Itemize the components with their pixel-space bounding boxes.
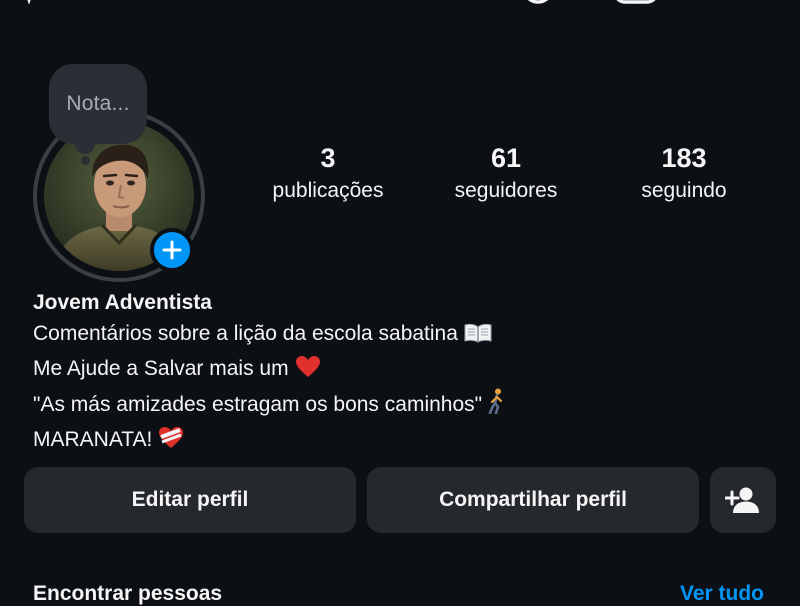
bio-line: Comentários sobre a lição da escola saba… (33, 318, 773, 353)
followers-stat[interactable]: 61 seguidores (421, 142, 591, 206)
bio-line-text: MARANATA! (33, 428, 153, 451)
add-story-button[interactable] (150, 228, 194, 272)
plus-icon (162, 240, 182, 260)
mending-heart-icon (158, 426, 184, 459)
bio-line: MARANATA! (33, 424, 773, 459)
top-icon-row (0, 0, 800, 10)
person-walking-icon (488, 388, 506, 424)
note-placeholder: Nota... (66, 92, 130, 115)
bio-line-text: Comentários sobre a lição da escola saba… (33, 322, 458, 345)
note-bubble-body: Nota... (49, 64, 147, 144)
note-bubble[interactable]: Nota... (49, 64, 147, 165)
bio-line: "As más amizades estragam os bons caminh… (33, 388, 773, 424)
profile-name: Jovem Adventista (33, 291, 212, 314)
menu-icon[interactable] (713, 0, 755, 4)
bio-line-text: Me Ajude a Salvar mais um (33, 357, 289, 380)
followers-count: 61 (490, 143, 522, 173)
bio-line: Me Ajude a Salvar mais um (33, 353, 773, 388)
following-label: seguindo (641, 179, 727, 202)
edit-profile-button[interactable]: Editar perfil (24, 467, 356, 533)
posts-label: publicações (272, 179, 384, 202)
posts-stat[interactable]: 3 publicações (243, 142, 413, 206)
profile-bio: Jovem Adventista Comentários sobre a liç… (33, 288, 773, 459)
red-heart-icon (295, 355, 321, 388)
chevron-down-icon[interactable] (22, 0, 36, 4)
note-bubble-tail-dot (81, 156, 90, 165)
add-person-icon (725, 487, 759, 513)
open-book-icon (464, 321, 492, 353)
create-post-icon[interactable] (612, 0, 660, 6)
following-stat[interactable]: 183 seguindo (599, 142, 769, 206)
discover-people-title: Encontrar pessoas (33, 582, 223, 605)
followers-label: seguidores (454, 179, 558, 202)
discover-people-button[interactable] (710, 467, 776, 533)
bio-line-text: "As más amizades estragam os bons caminh… (33, 393, 483, 416)
posts-count: 3 (320, 143, 336, 173)
following-count: 183 (661, 143, 707, 173)
share-profile-button[interactable]: Compartilhar perfil (367, 467, 699, 533)
see-all-link[interactable]: Ver tudo (680, 582, 764, 606)
threads-icon[interactable] (518, 0, 558, 6)
